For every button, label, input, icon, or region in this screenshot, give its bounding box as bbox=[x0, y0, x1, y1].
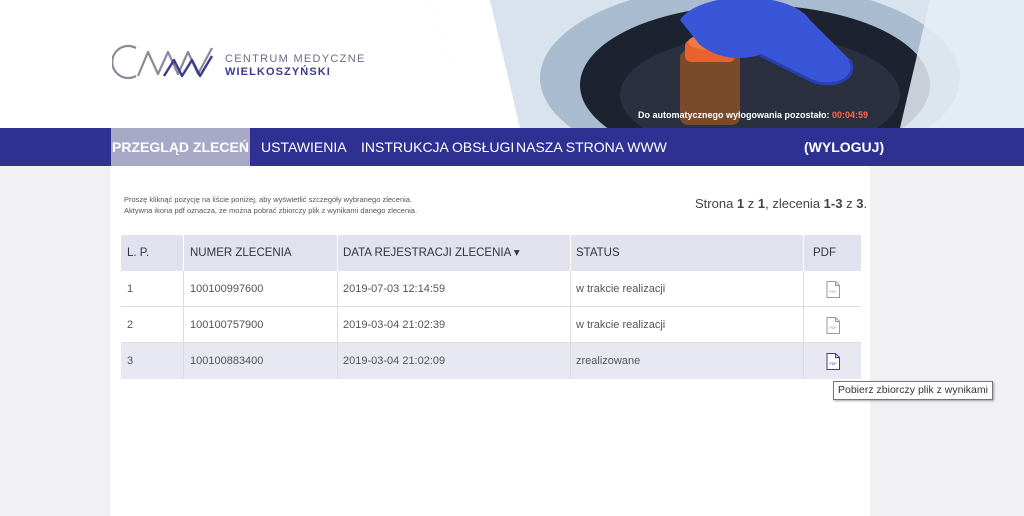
instructions: Proszę kliknąć pozycję na liście poniżej… bbox=[124, 194, 417, 216]
column-divider bbox=[337, 307, 338, 343]
cell-number: 100100997600 bbox=[190, 283, 264, 295]
pdf-icon: PDF bbox=[826, 281, 840, 298]
cell-date: 2019-03-04 21:02:09 bbox=[343, 355, 446, 367]
logout-timer: Do automatycznego wylogowania pozostało:… bbox=[638, 110, 868, 120]
column-divider bbox=[803, 235, 804, 271]
timer-label: Do automatycznego wylogowania pozostało: bbox=[638, 110, 833, 120]
orders-table: L. P. NUMER ZLECENIA DATA REJESTRACJI ZL… bbox=[121, 235, 861, 379]
pdf-icon: PDF bbox=[826, 317, 840, 334]
header: CENTRUM MEDYCZNE WIELKOSZYŃSKI Do automa… bbox=[0, 0, 1024, 128]
column-divider bbox=[803, 307, 804, 343]
table-row[interactable]: 1 100100997600 2019-07-03 12:14:59 w tra… bbox=[121, 271, 861, 307]
column-divider bbox=[570, 271, 571, 307]
column-divider bbox=[803, 343, 804, 379]
cell-lp: 2 bbox=[127, 319, 134, 331]
paging-orders-label: , zlecenia bbox=[765, 196, 824, 211]
cell-number: 100100757900 bbox=[190, 319, 264, 331]
cell-status: zrealizowane bbox=[576, 355, 641, 367]
cell-date: 2019-07-03 12:14:59 bbox=[343, 283, 446, 295]
cell-status: w trakcie realizacji bbox=[576, 283, 666, 295]
sort-desc-icon: ▾ bbox=[513, 247, 520, 259]
col-header-status: STATUS bbox=[576, 247, 620, 259]
cell-lp: 3 bbox=[127, 355, 134, 367]
column-divider bbox=[183, 235, 184, 271]
logo-line1: CENTRUM MEDYCZNE bbox=[225, 53, 366, 65]
table-row[interactable]: 2 100100757900 2019-03-04 21:02:39 w tra… bbox=[121, 307, 861, 343]
pdf-download-icon[interactable]: PDF bbox=[826, 353, 840, 370]
column-divider bbox=[183, 343, 184, 379]
col-header-date[interactable]: DATA REJESTRACJI ZLECENIA ▾ bbox=[343, 235, 520, 271]
logo-mark-icon bbox=[112, 44, 214, 80]
instructions-line2: Aktywna ikona pdf oznacza, że można pobr… bbox=[124, 206, 418, 215]
timer-value: 00:04:59 bbox=[832, 110, 869, 120]
cell-status: w trakcie realizacji bbox=[576, 319, 666, 331]
cell-date: 2019-03-04 21:02:39 bbox=[343, 319, 446, 331]
logo-line2: WIELKOSZYŃSKI bbox=[225, 66, 331, 78]
paging-of: z bbox=[744, 196, 758, 211]
nav-item-orders[interactable]: PRZEGLĄD ZLECEŃ bbox=[111, 128, 250, 166]
main-nav: PRZEGLĄD ZLECEŃ USTAWIENIA INSTRUKCJA OB… bbox=[0, 128, 1024, 166]
column-divider bbox=[183, 271, 184, 307]
col-header-pdf: PDF bbox=[813, 247, 836, 259]
paging-prefix: Strona bbox=[695, 196, 737, 211]
column-divider bbox=[570, 307, 571, 343]
svg-text:PDF: PDF bbox=[830, 362, 837, 366]
cell-lp: 1 bbox=[127, 283, 134, 295]
svg-text:PDF: PDF bbox=[830, 290, 837, 294]
paging-range: 1-3 bbox=[823, 196, 843, 211]
pdf-tooltip: Pobierz zbiorczy plik z wynikami bbox=[833, 381, 993, 400]
svg-text:PDF: PDF bbox=[830, 326, 837, 330]
col-header-date-label: DATA REJESTRACJI ZLECENIA bbox=[343, 247, 511, 259]
logout-button[interactable]: (WYLOGUJ) bbox=[804, 128, 884, 166]
cell-number: 100100883400 bbox=[190, 355, 264, 367]
column-divider bbox=[570, 235, 571, 271]
paging-total-of: z bbox=[842, 196, 857, 211]
column-divider bbox=[337, 271, 338, 307]
column-divider bbox=[337, 235, 338, 271]
paging-info: Strona 1 z 1, zlecenia 1-3 z 3. bbox=[695, 196, 867, 211]
paging-end: . bbox=[863, 196, 868, 211]
clinic-logo[interactable]: CENTRUM MEDYCZNE WIELKOSZYŃSKI bbox=[112, 42, 364, 82]
column-divider bbox=[337, 343, 338, 379]
column-divider bbox=[803, 271, 804, 307]
nav-item-manual[interactable]: INSTRUKCJA OBSŁUGI bbox=[361, 128, 514, 166]
hero-image-centrifuge bbox=[430, 0, 1024, 128]
nav-item-settings[interactable]: USTAWIENIA bbox=[261, 128, 347, 166]
col-header-lp: L. P. bbox=[127, 247, 150, 259]
instructions-line1: Proszę kliknąć pozycję na liście poniżej… bbox=[124, 195, 413, 204]
table-row[interactable]: 3 100100883400 2019-03-04 21:02:09 zreal… bbox=[121, 343, 861, 379]
column-divider bbox=[570, 343, 571, 379]
column-divider bbox=[183, 307, 184, 343]
nav-item-website[interactable]: NASZA STRONA WWW bbox=[516, 128, 667, 166]
col-header-number: NUMER ZLECENIA bbox=[190, 247, 292, 259]
table-header-row: L. P. NUMER ZLECENIA DATA REJESTRACJI ZL… bbox=[121, 235, 861, 271]
